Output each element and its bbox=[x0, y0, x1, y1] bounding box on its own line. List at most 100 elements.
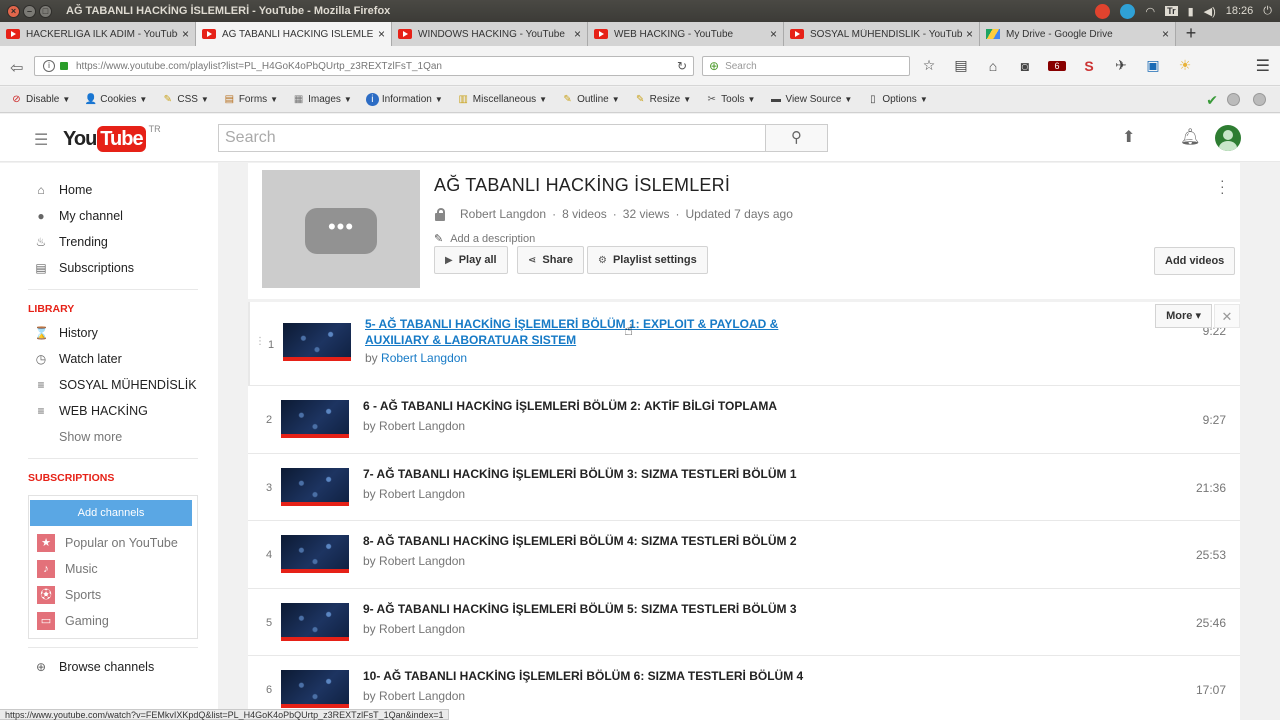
video-thumbnail[interactable] bbox=[281, 602, 349, 641]
playlist-thumbnail[interactable]: ••• bbox=[262, 170, 420, 288]
window-maximize-button[interactable]: □ bbox=[39, 4, 52, 18]
dev-menu-information[interactable]: i Information ▼ bbox=[365, 93, 443, 106]
kebab-menu-icon[interactable]: · · · bbox=[1220, 173, 1225, 199]
video-title-link[interactable]: 8- AĞ TABANLI HACKİNG İŞLEMLERİ BÖLÜM 4:… bbox=[363, 533, 833, 549]
playlist-owner-link[interactable]: Robert Langdon bbox=[460, 207, 546, 221]
guide-item-sosyal-muhendislik[interactable]: ≡ SOSYAL MÜHENDİSLİK bbox=[0, 372, 218, 398]
tab-close-icon[interactable]: × bbox=[1162, 27, 1169, 41]
table-row[interactable]: 4 8- AĞ TABANLI HACKİNG İŞLEMLERİ BÖLÜM … bbox=[248, 521, 1240, 589]
dev-menu-cookies[interactable]: 👤 Cookies ▼ bbox=[84, 93, 148, 106]
dev-menu-outline[interactable]: ✎ Outline ▼ bbox=[561, 93, 619, 106]
table-row[interactable]: 3 7- AĞ TABANLI HACKİNG İŞLEMLERİ BÖLÜM … bbox=[248, 453, 1240, 521]
guide-item-home[interactable]: ⌂ Home bbox=[0, 177, 218, 203]
volume-icon[interactable]: ◀) bbox=[1204, 5, 1216, 18]
validation-ok-icon[interactable]: ✔ bbox=[1206, 92, 1218, 109]
tab-close-icon[interactable]: × bbox=[770, 27, 777, 41]
guide-menu-icon[interactable]: ☰ bbox=[34, 130, 48, 150]
avatar[interactable] bbox=[1215, 125, 1241, 151]
browser-tab-google-drive[interactable]: My Drive - Google Drive × bbox=[980, 22, 1176, 46]
subscription-popular-on-youtube[interactable]: ★ Popular on YouTube bbox=[29, 530, 197, 556]
video-title-link[interactable]: 7- AĞ TABANLI HACKİNG İŞLEMLERİ BÖLÜM 3:… bbox=[363, 466, 833, 482]
browser-tab-web-hacking[interactable]: WEB HACKİNG - YouTube × bbox=[588, 22, 784, 46]
search-engine-icon[interactable]: ⊕ bbox=[709, 59, 719, 73]
guide-item-my-channel[interactable]: ● My channel bbox=[0, 203, 218, 229]
sj-extension-icon[interactable]: S bbox=[1080, 58, 1098, 74]
guide-item-trending[interactable]: ♨ Trending bbox=[0, 229, 218, 255]
skype-icon[interactable]: ▣ bbox=[1144, 57, 1162, 74]
extension-icon[interactable]: ✈ bbox=[1112, 57, 1130, 74]
add-description-link[interactable]: ✎ Add a description bbox=[434, 232, 535, 246]
channel-link[interactable]: Robert Langdon bbox=[379, 689, 465, 703]
pocket-icon[interactable]: ◙ bbox=[1016, 58, 1034, 74]
guide-item-subscriptions[interactable]: ▤ Subscriptions bbox=[0, 255, 218, 281]
dev-menu-view-source[interactable]: ▬ View Source ▼ bbox=[769, 93, 852, 106]
video-thumbnail[interactable] bbox=[281, 467, 349, 506]
status-circle-icon[interactable] bbox=[1227, 93, 1240, 106]
channel-link[interactable]: Robert Langdon bbox=[379, 419, 465, 433]
guide-item-history[interactable]: ⌛ History bbox=[0, 320, 218, 346]
browser-search-input[interactable]: ⊕ Search bbox=[702, 56, 910, 76]
video-title-link[interactable]: 6 - AĞ TABANLI HACKİNG İŞLEMLERİ BÖLÜM 2… bbox=[363, 398, 833, 414]
video-title-link[interactable]: 5- AĞ TABANLI HACKİNG İŞLEMLERİ BÖLÜM 1:… bbox=[365, 316, 835, 348]
guide-item-watch-later[interactable]: ◷ Watch later bbox=[0, 346, 218, 372]
subscription-gaming[interactable]: ▭ Gaming bbox=[29, 608, 197, 634]
play-all-button[interactable]: ▶ Play all bbox=[434, 246, 508, 274]
tab-close-icon[interactable]: × bbox=[574, 27, 581, 41]
site-info-icon[interactable]: i bbox=[43, 60, 55, 72]
more-button[interactable]: More ▾ bbox=[1155, 304, 1212, 328]
subscription-sports[interactable]: ⚽︎ Sports bbox=[29, 582, 197, 608]
browser-tab-ag-tabanli[interactable]: AĞ TABANLI HACKİNG İSLEMLERİ × bbox=[196, 22, 392, 46]
back-arrow-icon[interactable]: ⇦ bbox=[10, 58, 23, 78]
dev-menu-resize[interactable]: ✎ Resize ▼ bbox=[634, 93, 691, 106]
youtube-search-input[interactable]: Search bbox=[218, 124, 766, 152]
guide-item-web-hacking[interactable]: ≡ WEB HACKİNG bbox=[0, 398, 218, 424]
guide-item-browse-channels[interactable]: ⊕ Browse channels bbox=[0, 654, 218, 680]
window-close-button[interactable]: × bbox=[7, 4, 20, 18]
tab-close-icon[interactable]: × bbox=[378, 27, 385, 41]
add-channels-button[interactable]: Add channels bbox=[30, 500, 192, 526]
home-icon[interactable]: ⌂ bbox=[984, 58, 1002, 74]
youtube-logo[interactable]: You Tube TR bbox=[63, 124, 161, 152]
bookmark-star-icon[interactable]: ☆ bbox=[920, 57, 938, 74]
tab-close-icon[interactable]: × bbox=[966, 27, 973, 41]
wifi-icon[interactable]: ◠ bbox=[1145, 5, 1155, 18]
status-circle-icon[interactable] bbox=[1253, 93, 1266, 106]
browser-tab-windows-hacking[interactable]: WINDOWS HACKING - YouTube × bbox=[392, 22, 588, 46]
table-row[interactable]: 5 9- AĞ TABANLI HACKİNG İŞLEMLERİ BÖLÜM … bbox=[248, 588, 1240, 656]
browser-tab-sosyal-muhendislik[interactable]: SOSYAL MÜHENDİSLİK - YouTube × bbox=[784, 22, 980, 46]
tab-close-icon[interactable]: × bbox=[182, 27, 189, 41]
video-title-link[interactable]: 10- AĞ TABANLI HACKİNG İŞLEMLERİ BÖLÜM 6… bbox=[363, 668, 833, 684]
table-row[interactable]: ⋮ 1 5- AĞ TABANLI HACKİNG İŞLEMLERİ BÖLÜ… bbox=[248, 302, 1240, 386]
share-button[interactable]: ⋖ Share bbox=[517, 246, 584, 274]
table-row[interactable]: 2 6 - AĞ TABANLI HACKİNG İŞLEMLERİ BÖLÜM… bbox=[248, 386, 1240, 454]
url-text[interactable]: https://www.youtube.com/playlist?list=PL… bbox=[76, 61, 442, 72]
dev-menu-forms[interactable]: ▤ Forms ▼ bbox=[223, 93, 279, 106]
video-thumbnail[interactable] bbox=[281, 535, 349, 573]
dev-menu-miscellaneous[interactable]: ▥ Miscellaneous ▼ bbox=[457, 93, 548, 106]
remove-video-icon[interactable]: ✕ bbox=[1214, 304, 1240, 328]
keyboard-layout-indicator[interactable]: Tr bbox=[1165, 6, 1178, 16]
new-tab-button[interactable]: + bbox=[1176, 22, 1206, 46]
video-thumbnail[interactable] bbox=[281, 400, 349, 438]
upload-icon[interactable]: ⬆ bbox=[1122, 127, 1135, 147]
video-title-link[interactable]: 9- AĞ TABANLI HACKİNG İŞLEMLERİ BÖLÜM 5:… bbox=[363, 601, 833, 617]
show-more-link[interactable]: Show more bbox=[0, 424, 218, 450]
dev-menu-options[interactable]: ▯ Options ▼ bbox=[866, 93, 928, 106]
weather-icon[interactable]: ☀ bbox=[1176, 57, 1194, 74]
dev-menu-images[interactable]: ▦ Images ▼ bbox=[292, 93, 352, 106]
battery-icon[interactable]: ▮ bbox=[1188, 5, 1194, 18]
add-videos-button[interactable]: Add videos bbox=[1154, 247, 1236, 275]
url-bar[interactable]: i https://www.youtube.com/playlist?list=… bbox=[34, 56, 694, 76]
window-minimize-button[interactable]: – bbox=[23, 4, 36, 18]
subscription-music[interactable]: ♪ Music bbox=[29, 556, 197, 582]
reading-list-icon[interactable]: ▤ bbox=[952, 57, 970, 74]
channel-link[interactable]: Robert Langdon bbox=[379, 487, 465, 501]
telegram-icon[interactable] bbox=[1120, 3, 1136, 19]
channel-link[interactable]: Robert Langdon bbox=[381, 351, 467, 365]
browser-tab-hackerliga[interactable]: HACKERLIĞA İLK ADIM - YouTube × bbox=[0, 22, 196, 46]
video-thumbnail[interactable] bbox=[283, 323, 351, 361]
playlist-settings-button[interactable]: ⚙ Playlist settings bbox=[587, 246, 708, 274]
reload-icon[interactable]: ↻ bbox=[677, 59, 687, 73]
notifications-bell-icon[interactable]: 🔔︎ bbox=[1180, 127, 1200, 147]
channel-link[interactable]: Robert Langdon bbox=[379, 554, 465, 568]
